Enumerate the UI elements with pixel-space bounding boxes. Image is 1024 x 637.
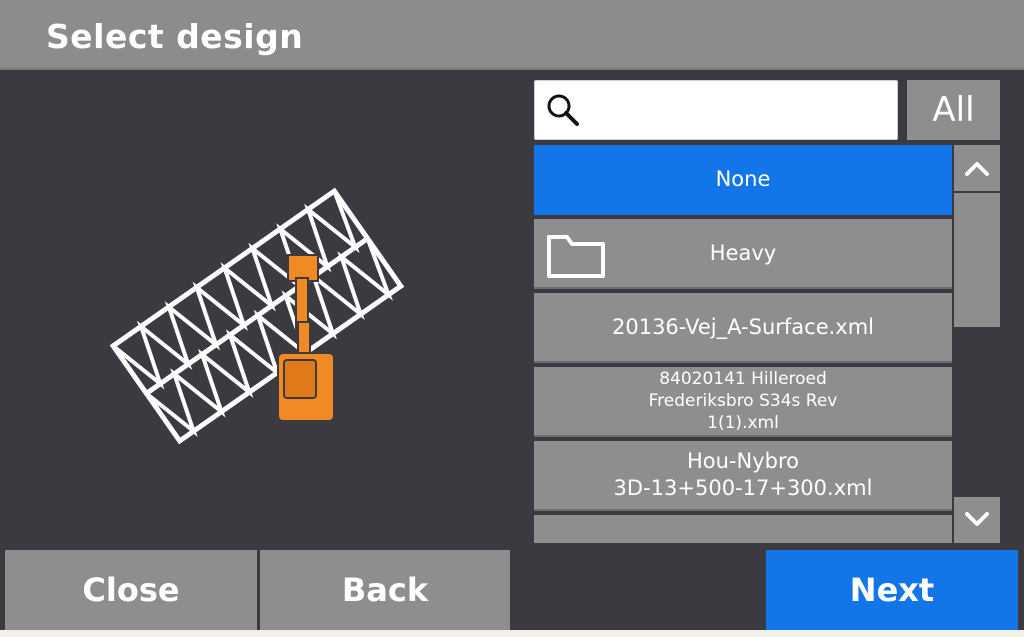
search-input[interactable] bbox=[589, 90, 889, 130]
design-preview bbox=[100, 160, 420, 480]
next-button[interactable]: Next bbox=[766, 550, 1018, 630]
list-item-label: Heavy bbox=[709, 240, 777, 265]
chevron-down-icon bbox=[965, 512, 989, 526]
footer-bar: Close Back Next bbox=[0, 547, 1024, 637]
folder-icon bbox=[547, 235, 605, 278]
bottom-edge bbox=[0, 630, 1024, 637]
list-item-none[interactable]: None bbox=[534, 145, 952, 215]
list-item-label: 20136-Vej_A-Surface.xml bbox=[611, 314, 875, 339]
list-item-label: 84020141 Hilleroed Frederiksbro S34s Rev… bbox=[649, 368, 838, 434]
list-item-folder-heavy[interactable]: Heavy bbox=[534, 219, 952, 289]
list-item-label: None bbox=[715, 166, 771, 191]
scroll-up-button[interactable] bbox=[954, 145, 1000, 191]
scroll-down-button[interactable] bbox=[954, 497, 1000, 543]
all-filter-button[interactable]: All bbox=[907, 80, 1000, 140]
back-button[interactable]: Back bbox=[260, 550, 510, 630]
list-item-partial[interactable] bbox=[534, 515, 952, 543]
close-button[interactable]: Close bbox=[5, 550, 257, 630]
list-item-label-line: 1(1).xml bbox=[707, 413, 779, 433]
design-preview-graphic bbox=[109, 187, 405, 445]
chevron-up-icon bbox=[965, 162, 989, 176]
title-bar: Select design bbox=[0, 0, 1024, 70]
search-icon bbox=[547, 94, 579, 126]
list-item-label-line: Hou-Nybro bbox=[686, 449, 799, 473]
list-item-label-line: 3D-13+500-17+300.xml bbox=[613, 476, 873, 500]
road-outline bbox=[109, 187, 405, 445]
search-box[interactable] bbox=[534, 80, 898, 140]
list-item-design-file[interactable]: 84020141 Hilleroed Frederiksbro S34s Rev… bbox=[534, 367, 952, 437]
list-item-label-line: Frederiksbro S34s Rev bbox=[648, 391, 838, 411]
list-item-design-file[interactable]: 20136-Vej_A-Surface.xml bbox=[534, 293, 952, 363]
list-item-label-line: 84020141 Hilleroed bbox=[659, 369, 827, 389]
page-title: Select design bbox=[46, 17, 304, 56]
list-item-design-file[interactable]: Hou-Nybro 3D-13+500-17+300.xml bbox=[534, 441, 952, 511]
scrollbar-thumb[interactable] bbox=[954, 193, 1000, 327]
list-item-label: Hou-Nybro 3D-13+500-17+300.xml bbox=[614, 448, 873, 502]
design-list[interactable]: None Heavy 20136-Vej_A-Surface.xml 84020… bbox=[534, 145, 952, 543]
